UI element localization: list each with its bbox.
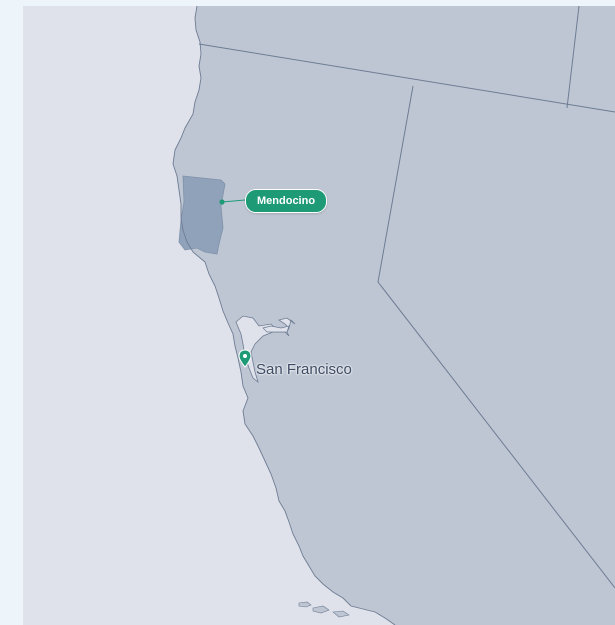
dot-marker-icon [219,199,225,205]
san-francisco-label: San Francisco [256,361,352,378]
mendocino-region[interactable] [178,175,226,255]
mendocino-label[interactable]: Mendocino [245,189,328,213]
map-canvas[interactable] [23,6,615,625]
map-view[interactable]: Mendocino San Francisco [23,6,615,625]
bay-inlet [262,325,290,333]
